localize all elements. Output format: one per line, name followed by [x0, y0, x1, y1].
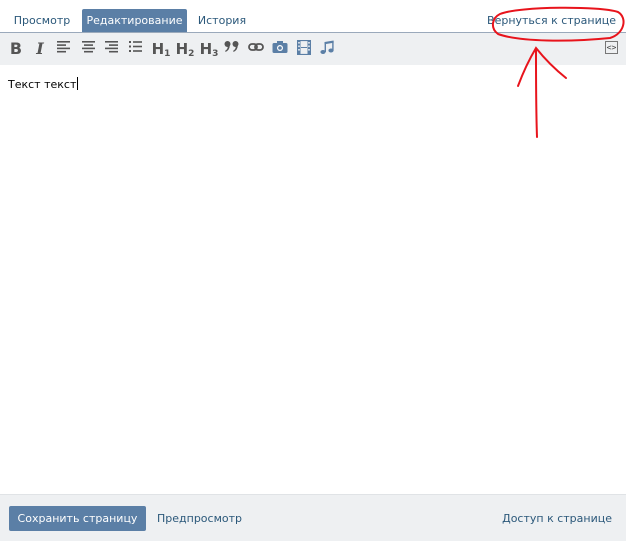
align-left-icon[interactable] — [56, 39, 70, 59]
preview-link[interactable]: Предпросмотр — [157, 506, 242, 531]
bold-icon[interactable]: B — [8, 39, 24, 59]
source-code-icon[interactable]: <> — [605, 41, 618, 54]
text-caret — [77, 77, 79, 90]
editor-tabs: Просмотр Редактирование История Вернутьс… — [0, 0, 626, 33]
link-icon[interactable] — [248, 39, 264, 59]
formatting-toolbar: B I H1 H2 H3 <> — [0, 33, 626, 65]
editor-area[interactable]: Текст текст — [0, 65, 626, 494]
heading-1-icon[interactable]: H1 — [151, 39, 171, 59]
save-page-button[interactable]: Сохранить страницу — [9, 506, 146, 531]
quote-icon[interactable] — [223, 39, 241, 59]
page-access-link[interactable]: Доступ к странице — [502, 506, 612, 531]
heading-2-icon[interactable]: H2 — [175, 39, 195, 59]
italic-icon[interactable]: I — [32, 39, 48, 59]
align-right-icon[interactable] — [104, 39, 118, 59]
tab-view[interactable]: Просмотр — [8, 9, 76, 32]
tab-history[interactable]: История — [191, 9, 253, 32]
heading-3-icon[interactable]: H3 — [199, 39, 219, 59]
film-icon[interactable] — [296, 39, 312, 59]
editor-content[interactable]: Текст текст — [8, 77, 79, 91]
camera-icon[interactable] — [272, 39, 288, 59]
music-note-icon[interactable] — [319, 39, 335, 59]
align-center-icon[interactable] — [81, 39, 95, 59]
bulleted-list-icon[interactable] — [128, 39, 142, 59]
back-to-page-link[interactable]: Вернуться к странице — [487, 9, 616, 32]
editor-footer: Сохранить страницу Предпросмотр Доступ к… — [0, 494, 626, 541]
wiki-page-editor: Просмотр Редактирование История Вернутьс… — [0, 0, 626, 545]
tab-edit[interactable]: Редактирование — [82, 9, 187, 32]
